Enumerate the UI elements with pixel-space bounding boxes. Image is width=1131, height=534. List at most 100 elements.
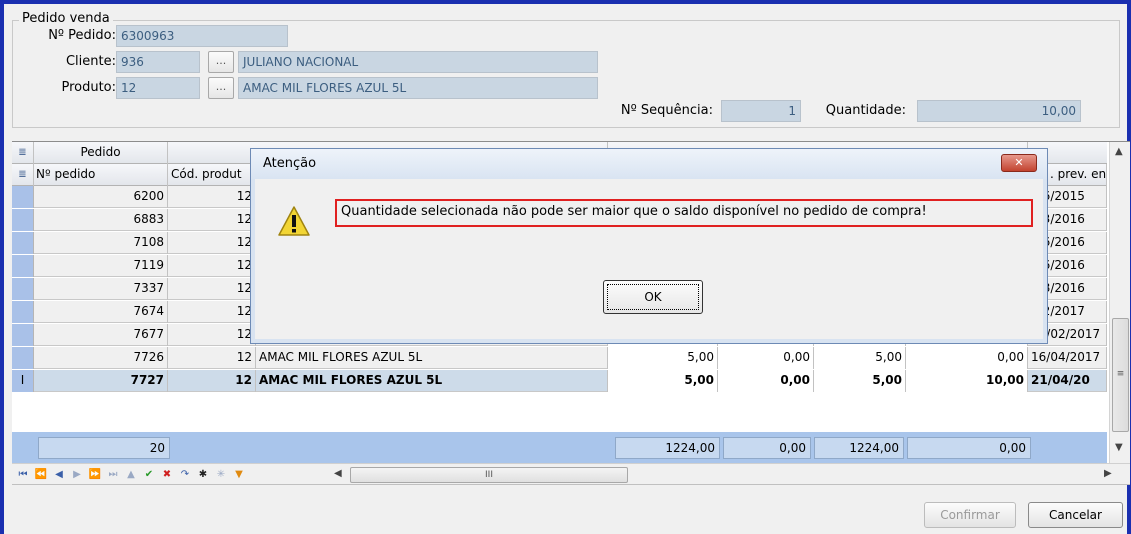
produto-lookup-button[interactable]: ...	[208, 77, 234, 99]
scroll-down-icon[interactable]: ▼	[1115, 442, 1123, 453]
dialog-message: Quantidade selecionada não pode ser maio…	[335, 199, 1033, 227]
quantidade-field[interactable]: 10,00	[917, 100, 1081, 122]
total-3: 1224,00	[814, 437, 904, 459]
cell-pedido[interactable]: 7677	[34, 324, 168, 346]
cell-pedido[interactable]: 7727	[34, 370, 168, 392]
nav-filter-icon[interactable]: ▼	[232, 466, 246, 484]
cell-desc[interactable]: AMAC MIL FLORES AZUL 5L	[256, 370, 608, 392]
cell-cod[interactable]: 12	[168, 370, 256, 392]
row-indicator[interactable]	[12, 255, 34, 277]
nav-first-icon[interactable]: ⏮	[16, 466, 30, 484]
cell-pedido[interactable]: 6200	[34, 186, 168, 208]
grid-totals: 20 1224,00 0,00 1224,00 0,00	[12, 432, 1107, 464]
close-icon[interactable]: ✕	[1001, 154, 1037, 172]
total-count: 20	[38, 437, 170, 459]
dialog-titlebar[interactable]: Atenção ✕	[251, 149, 1047, 179]
nav-refresh-icon[interactable]: ↷	[178, 466, 192, 484]
scroll-up-icon[interactable]: ▲	[1115, 146, 1123, 157]
row-indicator[interactable]	[12, 209, 34, 231]
table-row[interactable]: I 7727 12 AMAC MIL FLORES AZUL 5L 5,00 0,00 5,…	[12, 370, 1107, 392]
cell-cod[interactable]: 12	[168, 301, 256, 323]
cell-cod[interactable]: 12	[168, 186, 256, 208]
vertical-scroll-thumb[interactable]: ≡	[1112, 318, 1129, 432]
total-4: 0,00	[907, 437, 1031, 459]
row-indicator[interactable]	[12, 232, 34, 254]
scroll-right-icon[interactable]: ▶	[1104, 468, 1112, 479]
ok-button-label: OK	[607, 284, 699, 310]
group-title: Pedido venda	[19, 11, 113, 26]
row-indicator[interactable]	[12, 186, 34, 208]
cancelar-button[interactable]: Cancelar	[1028, 502, 1123, 528]
cell-cod[interactable]: 12	[168, 347, 256, 369]
pedido-field[interactable]: 6300963	[116, 25, 288, 47]
cell-c1[interactable]: 5,00	[608, 347, 718, 369]
horizontal-scroll-thumb[interactable]: III	[350, 467, 628, 483]
cell-c4[interactable]: 10,00	[906, 370, 1028, 392]
cell-c1[interactable]: 5,00	[608, 370, 718, 392]
cell-cod[interactable]: 12	[168, 324, 256, 346]
sequencia-field[interactable]: 1	[721, 100, 801, 122]
warning-icon	[278, 206, 310, 236]
row-indicator[interactable]	[12, 324, 34, 346]
cell-pedido[interactable]: 7119	[34, 255, 168, 277]
nav-cancel-icon[interactable]: ✖	[160, 466, 174, 484]
table-row[interactable]: 7726 12 AMAC MIL FLORES AZUL 5L 5,00 0,00 5,0…	[12, 347, 1107, 369]
cell-c3[interactable]: 5,00	[814, 370, 906, 392]
produto-label: Produto:	[61, 80, 116, 95]
cliente-name-field: JULIANO NACIONAL	[238, 51, 598, 73]
cell-c2[interactable]: 0,00	[718, 347, 814, 369]
cell-cod[interactable]: 12	[168, 232, 256, 254]
cell-pedido[interactable]: 7337	[34, 278, 168, 300]
nav-prior-page-icon[interactable]: ⏪	[34, 466, 48, 484]
cell-data[interactable]: 21/04/20	[1028, 370, 1107, 392]
cell-c3[interactable]: 5,00	[814, 347, 906, 369]
cell-desc[interactable]: AMAC MIL FLORES AZUL 5L	[256, 347, 608, 369]
cliente-label: Cliente:	[65, 54, 116, 69]
cell-cod[interactable]: 12	[168, 278, 256, 300]
dialog-body: Quantidade selecionada não pode ser maio…	[257, 179, 1041, 339]
nav-next-page-icon[interactable]: ⏩	[88, 466, 102, 484]
nav-last-icon[interactable]: ⏭	[106, 466, 120, 484]
cell-pedido[interactable]: 7108	[34, 232, 168, 254]
dialog-title: Atenção	[263, 156, 317, 171]
cell-cod[interactable]: 12	[168, 209, 256, 231]
produto-code-field[interactable]: 12	[116, 77, 200, 99]
row-indicator[interactable]	[12, 301, 34, 323]
ok-button[interactable]: OK	[603, 280, 703, 314]
row-indicator[interactable]: I	[12, 370, 34, 392]
nav-goto-bookmark-icon[interactable]: ✳	[214, 466, 228, 484]
col-cod-produto[interactable]: Cód. produt	[168, 164, 256, 186]
band-pedido: Pedido	[34, 142, 168, 164]
row-indicator[interactable]	[12, 347, 34, 369]
main-window: Pedido venda Nº Pedido: 6300963 Cliente:…	[0, 0, 1131, 534]
nav-post-icon[interactable]: ✔	[142, 466, 156, 484]
cell-pedido[interactable]: 6883	[34, 209, 168, 231]
vertical-scrollbar[interactable]: ▲ ≡ ▼	[1109, 142, 1130, 464]
confirmar-button[interactable]: Confirmar	[924, 502, 1016, 528]
total-1: 1224,00	[615, 437, 720, 459]
cell-c4[interactable]: 0,00	[906, 347, 1028, 369]
row-indicator[interactable]	[12, 278, 34, 300]
cliente-lookup-button[interactable]: ...	[208, 51, 234, 73]
nav-bookmark-icon[interactable]: ✱	[196, 466, 210, 484]
nav-insert-icon[interactable]: ▲	[124, 466, 138, 484]
grid-navigator: ⏮ ⏪ ◀ ▶ ⏩ ⏭ ▲ ✔ ✖ ↷ ✱ ✳ ▼ ◀ III ▶	[12, 463, 1130, 485]
col-pedido[interactable]: Nº pedido	[34, 164, 168, 186]
cliente-code-field[interactable]: 936	[116, 51, 200, 73]
grid-menu-icon[interactable]: ≣	[12, 164, 34, 186]
cell-pedido[interactable]: 7674	[34, 301, 168, 323]
cell-c2[interactable]: 0,00	[718, 370, 814, 392]
grid-menu-icon[interactable]: ≣	[12, 142, 34, 164]
total-2: 0,00	[723, 437, 811, 459]
scroll-left-icon[interactable]: ◀	[334, 468, 342, 479]
pedido-venda-group: Pedido venda Nº Pedido: 6300963 Cliente:…	[12, 11, 1120, 128]
produto-name-field: AMAC MIL FLORES AZUL 5L	[238, 77, 598, 99]
nav-prior-icon[interactable]: ◀	[52, 466, 66, 484]
cell-data[interactable]: 16/04/2017	[1028, 347, 1107, 369]
nav-next-icon[interactable]: ▶	[70, 466, 84, 484]
cell-pedido[interactable]: 7726	[34, 347, 168, 369]
pedido-label: Nº Pedido:	[48, 28, 116, 43]
sequencia-label: Nº Sequência:	[620, 103, 713, 118]
cell-cod[interactable]: 12	[168, 255, 256, 277]
horizontal-scrollbar[interactable]: ◀ III ▶	[330, 466, 1122, 484]
